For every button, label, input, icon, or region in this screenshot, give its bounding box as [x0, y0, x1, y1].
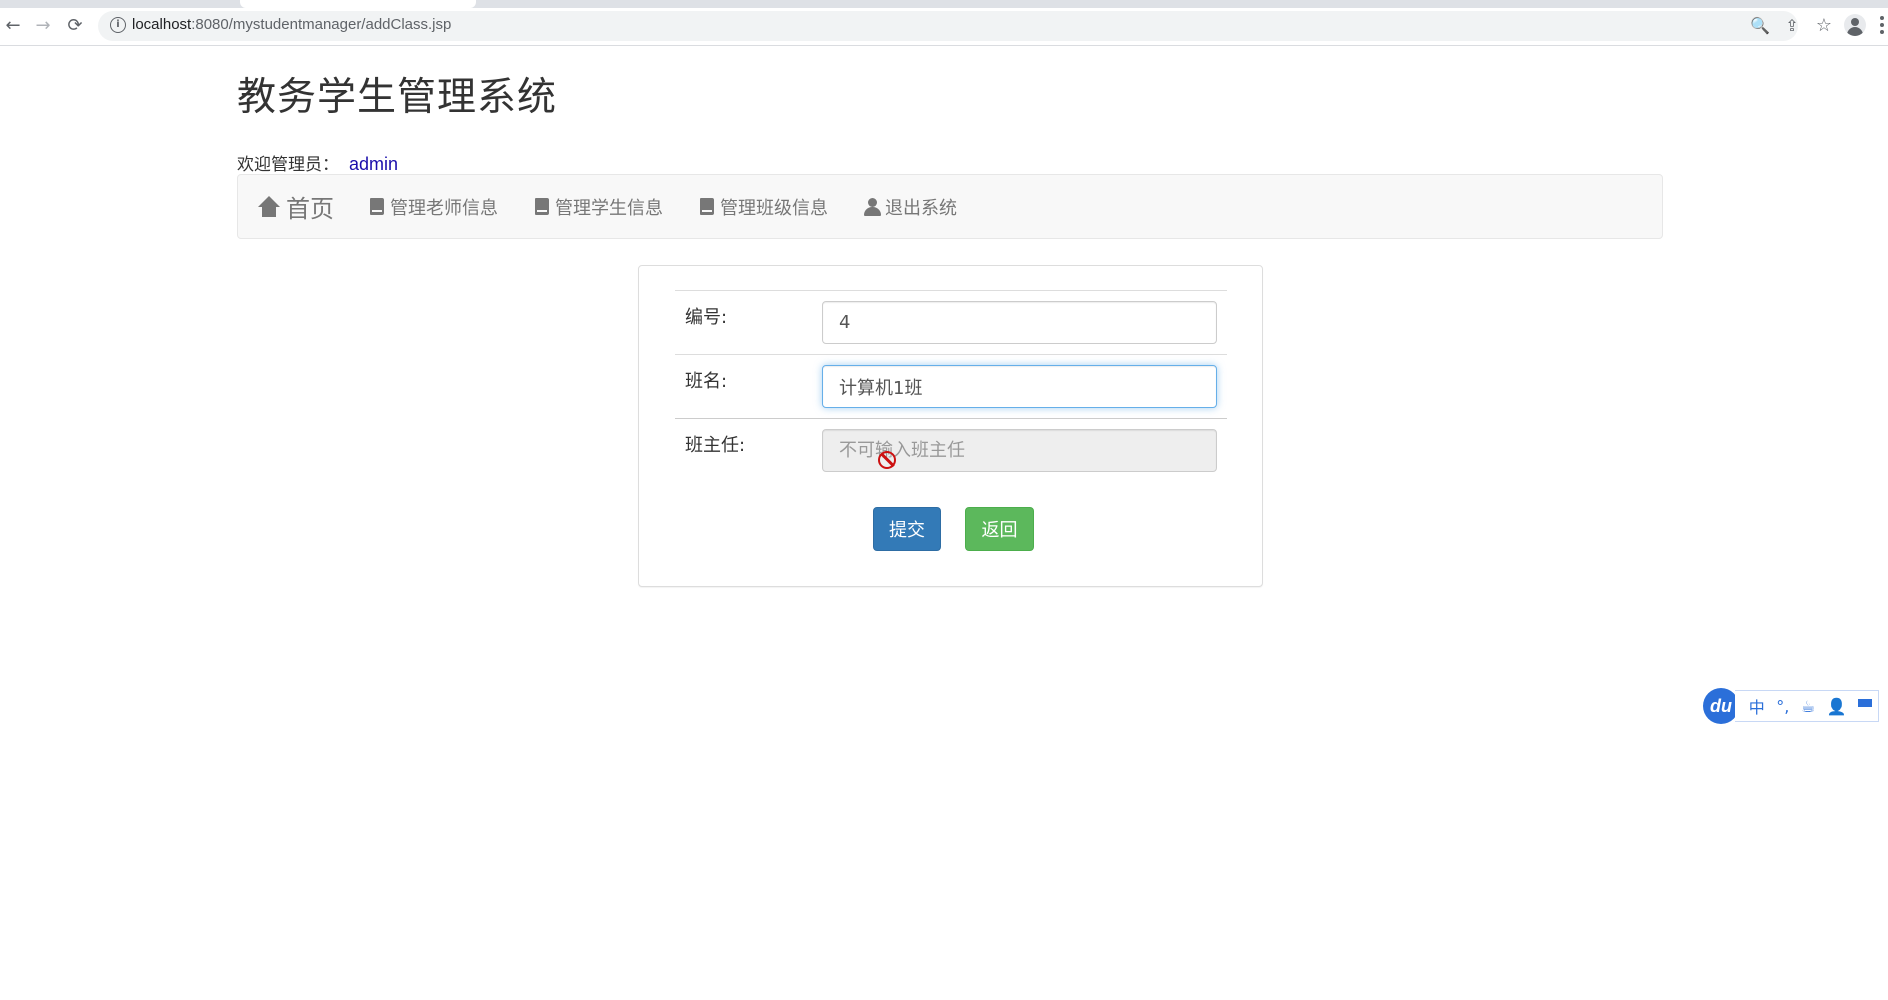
nav-label-manage-classes: 管理班级信息: [720, 197, 828, 219]
url-host: localhost: [132, 16, 192, 33]
nav-item-home[interactable]: 首页: [258, 175, 334, 238]
book-icon: [370, 198, 384, 215]
not-allowed-cursor-icon: [878, 451, 896, 469]
ime-toolbar[interactable]: du 中 °, ☕ 👤: [1703, 688, 1879, 724]
profile-avatar-icon[interactable]: [1844, 14, 1866, 36]
user-icon: [864, 197, 881, 216]
welcome-label: 欢迎管理员：: [237, 155, 339, 175]
url-text[interactable]: localhost:8080/mystudentmanager/addClass…: [132, 16, 451, 33]
home-icon: [258, 195, 280, 218]
url-path: :8080/mystudentmanager/addClass.jsp: [191, 16, 452, 33]
submit-button[interactable]: 提交: [873, 507, 941, 551]
back-button[interactable]: 返回: [965, 507, 1034, 551]
welcome-line: 欢迎管理员： admin: [237, 150, 398, 175]
active-tab[interactable]: [240, 0, 476, 8]
forward-icon[interactable]: →: [32, 14, 54, 36]
nav-label-manage-teachers: 管理老师信息: [390, 197, 498, 219]
cup-icon[interactable]: ☕: [1801, 697, 1815, 716]
browser-toolbar: ← → ⟳ i localhost:8080/mystudentmanager/…: [0, 0, 1888, 46]
site-info-icon[interactable]: i: [110, 17, 126, 33]
nav-item-manage-teachers[interactable]: 管理老师信息: [370, 175, 498, 238]
class-name-input[interactable]: [822, 365, 1217, 408]
grid-icon[interactable]: [1858, 699, 1873, 713]
du-logo-icon[interactable]: du: [1703, 688, 1739, 724]
page-title: 教务学生管理系统: [237, 75, 558, 120]
book-icon: [700, 198, 714, 215]
main-navbar: 首页 管理老师信息 管理学生信息 管理班级信息 退出系统: [237, 174, 1663, 239]
nav-label-home: 首页: [286, 195, 334, 223]
form-row-class-name: 班名:: [675, 354, 1227, 418]
class-name-label: 班名:: [685, 371, 728, 392]
punctuation-icon[interactable]: °,: [1776, 697, 1789, 716]
nav-label-manage-students: 管理学生信息: [555, 197, 663, 219]
reload-icon[interactable]: ⟳: [64, 14, 86, 36]
ime-bar: 中 °, ☕ 👤: [1735, 690, 1879, 722]
head-teacher-label: 班主任:: [685, 435, 746, 456]
menu-dots-icon[interactable]: [1880, 16, 1884, 34]
book-icon: [535, 198, 549, 215]
nav-label-logout: 退出系统: [885, 197, 957, 219]
nav-item-manage-classes[interactable]: 管理班级信息: [700, 175, 828, 238]
chinese-mode-icon[interactable]: 中: [1749, 694, 1765, 718]
back-icon[interactable]: ←: [2, 14, 24, 36]
nav-item-manage-students[interactable]: 管理学生信息: [535, 175, 663, 238]
form-row-head-teacher: 班主任:: [675, 418, 1227, 482]
id-input[interactable]: [822, 301, 1217, 344]
id-label: 编号:: [685, 307, 728, 328]
bookmark-star-icon[interactable]: ☆: [1814, 15, 1834, 36]
add-class-form-panel: 编号: 班名: 班主任:: [638, 265, 1263, 587]
user-icon[interactable]: 👤: [1827, 697, 1847, 716]
share-icon[interactable]: ⇪: [1782, 15, 1802, 35]
admin-username-link[interactable]: admin: [349, 154, 398, 174]
zoom-icon[interactable]: 🔍: [1750, 15, 1770, 35]
form-row-id: 编号:: [675, 290, 1227, 354]
nav-item-logout[interactable]: 退出系统: [864, 175, 957, 238]
